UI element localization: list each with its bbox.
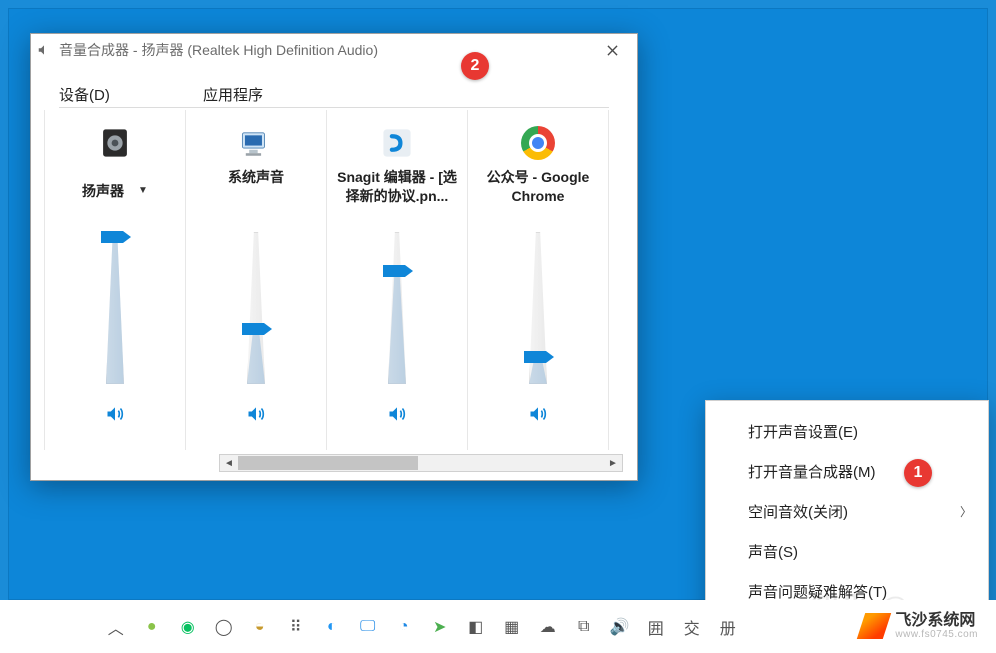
speaker-title-icon bbox=[37, 43, 51, 57]
app-label-2: 公众号 - Google Chrome bbox=[472, 168, 604, 214]
speaker-icon bbox=[527, 404, 549, 424]
tray-devices-icon[interactable]: ⧉ bbox=[574, 617, 594, 637]
app-icon-0[interactable] bbox=[239, 122, 273, 164]
speaker-icon bbox=[104, 404, 126, 424]
speaker-icon bbox=[386, 404, 408, 424]
tray-chevron-up-icon[interactable]: ︿ bbox=[106, 617, 126, 637]
tray-onedrive-icon[interactable]: ☁ bbox=[538, 617, 558, 637]
tray-app-icon-10[interactable]: ◧ bbox=[466, 617, 486, 637]
horizontal-scrollbar[interactable]: ◄ ► bbox=[219, 454, 623, 472]
window-title: 音量合成器 - 扬声器 (Realtek High Definition Aud… bbox=[59, 40, 593, 60]
speaker-icon bbox=[245, 404, 267, 424]
ctx-label: 打开声音设置(E) bbox=[748, 421, 858, 442]
ctx-label: 声音(S) bbox=[748, 541, 798, 562]
device-select[interactable]: 扬声器 ▼ bbox=[49, 168, 181, 214]
ctx-spatial-sound[interactable]: 空间音效(关闭) 〉 bbox=[706, 491, 988, 531]
app-mute-button-0[interactable] bbox=[242, 402, 270, 426]
tray-ime-icon[interactable]: 囲 bbox=[646, 617, 666, 637]
scroll-right-arrow[interactable]: ► bbox=[604, 455, 622, 471]
annotation-badge-1: 1 bbox=[904, 459, 932, 487]
app-volume-slider-2[interactable] bbox=[526, 232, 550, 384]
app-icon-1[interactable] bbox=[380, 122, 414, 164]
app-mute-button-1[interactable] bbox=[383, 402, 411, 426]
section-headers: 设备(D) 应用程序 bbox=[31, 66, 637, 110]
close-button[interactable] bbox=[593, 35, 631, 65]
app-mute-button-2[interactable] bbox=[524, 402, 552, 426]
device-mute-button[interactable] bbox=[101, 402, 129, 426]
mixer-body: 扬声器 ▼ 系统声音 bbox=[31, 110, 637, 450]
app-label-0: 系统声音 bbox=[190, 168, 322, 214]
system-sounds-icon bbox=[239, 126, 273, 160]
ctx-label: 声音问题疑难解答(T) bbox=[748, 581, 887, 602]
site-brand: 飞沙系统网 www.fs0745.com bbox=[843, 613, 996, 640]
app-label-1: Snagit 编辑器 - [选择新的协议.pn... bbox=[331, 168, 463, 214]
tray-app-icon-4[interactable]: ◒ bbox=[250, 617, 270, 637]
apps-section-label: 应用程序 bbox=[203, 84, 609, 108]
app-column-2: 公众号 - Google Chrome bbox=[467, 110, 609, 450]
watermark-band: ︿ ● ◉ ◯ ◒ ⠿ ◐ 🖵 ◔ ➤ ◧ ▦ ☁ ⧉ 🔊 囲 交 册 飞沙系统… bbox=[0, 600, 996, 653]
slider-thumb[interactable] bbox=[383, 265, 405, 277]
tray-app-icon-11[interactable]: ▦ bbox=[502, 617, 522, 637]
scrollbar-thumb[interactable] bbox=[238, 456, 418, 470]
app-icon-2[interactable] bbox=[521, 122, 555, 164]
close-icon bbox=[607, 45, 618, 56]
app-column-0: 系统声音 bbox=[185, 110, 327, 450]
device-column: 扬声器 ▼ bbox=[44, 110, 186, 450]
tray-volume-icon[interactable]: 🔊 bbox=[610, 617, 630, 637]
speaker-device-icon bbox=[98, 126, 132, 160]
scroll-left-arrow[interactable]: ◄ bbox=[220, 455, 238, 471]
ctx-label: 空间音效(关闭) bbox=[748, 501, 848, 522]
ctx-open-volume-mixer[interactable]: 打开音量合成器(M) bbox=[706, 451, 988, 491]
app-volume-slider-1[interactable] bbox=[385, 232, 409, 384]
tray-app-icon-17[interactable]: 册 bbox=[718, 617, 738, 637]
ctx-open-sound-settings[interactable]: 打开声音设置(E) bbox=[706, 411, 988, 451]
tray-app-icon-3[interactable]: ◯ bbox=[214, 617, 234, 637]
site-name: 飞沙系统网 bbox=[895, 613, 978, 630]
app-column-1: Snagit 编辑器 - [选择新的协议.pn... bbox=[326, 110, 468, 450]
site-logo-icon bbox=[857, 613, 891, 639]
tray-app-icon-1[interactable]: ● bbox=[142, 617, 162, 637]
app-volume-slider-0[interactable] bbox=[244, 232, 268, 384]
slider-thumb[interactable] bbox=[524, 351, 546, 363]
ctx-label: 打开音量合成器(M) bbox=[748, 461, 876, 482]
slider-thumb[interactable] bbox=[242, 323, 264, 335]
titlebar[interactable]: 音量合成器 - 扬声器 (Realtek High Definition Aud… bbox=[31, 34, 637, 66]
device-icon-wrap[interactable] bbox=[98, 122, 132, 164]
tray-wechat-icon[interactable]: ◉ bbox=[178, 617, 198, 637]
annotation-badge-2: 2 bbox=[461, 52, 489, 80]
chrome-icon bbox=[521, 126, 555, 160]
device-volume-slider[interactable] bbox=[103, 232, 127, 384]
tray-monitor-icon[interactable]: 🖵 bbox=[358, 617, 378, 637]
snagit-icon bbox=[380, 126, 414, 160]
chevron-down-icon: ▼ bbox=[138, 184, 148, 198]
chevron-right-icon: 〉 bbox=[960, 503, 972, 520]
taskbar-tray: ︿ ● ◉ ◯ ◒ ⠿ ◐ 🖵 ◔ ➤ ◧ ▦ ☁ ⧉ 🔊 囲 交 册 bbox=[0, 600, 843, 653]
device-name: 扬声器 bbox=[82, 182, 124, 201]
volume-context-menu: 打开声音设置(E) 打开音量合成器(M) 空间音效(关闭) 〉 声音(S) 声音… bbox=[705, 400, 989, 622]
volume-mixer-window: 音量合成器 - 扬声器 (Realtek High Definition Aud… bbox=[30, 33, 638, 481]
tray-app-icon-5[interactable]: ⠿ bbox=[286, 617, 306, 637]
tray-cursor-icon[interactable]: ➤ bbox=[430, 617, 450, 637]
slider-thumb[interactable] bbox=[101, 231, 123, 243]
tray-app-icon-6[interactable]: ◐ bbox=[322, 617, 342, 637]
site-url: www.fs0745.com bbox=[895, 630, 978, 641]
device-section-label: 设备(D) bbox=[59, 84, 203, 108]
tray-edge-icon[interactable]: ◔ bbox=[394, 617, 414, 637]
tray-app-icon-16[interactable]: 交 bbox=[682, 617, 702, 637]
ctx-sound[interactable]: 声音(S) bbox=[706, 531, 988, 571]
